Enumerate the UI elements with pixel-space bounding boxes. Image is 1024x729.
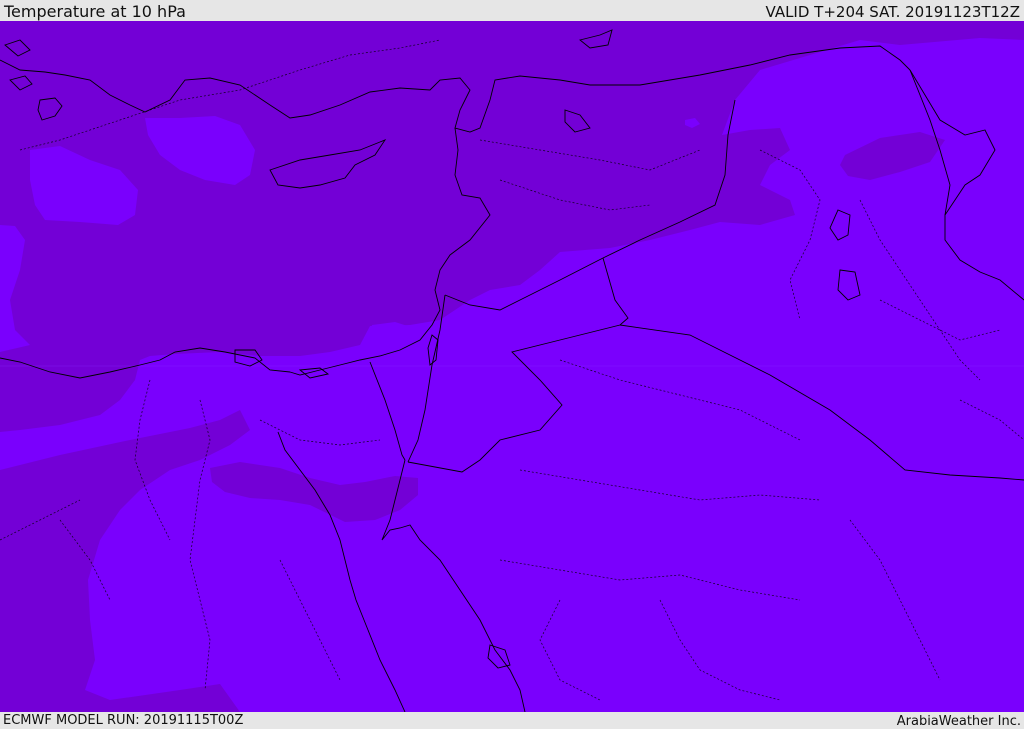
map-canvas[interactable] <box>0 21 1024 712</box>
map-title: Temperature at 10 hPa <box>4 2 186 21</box>
footer-bar: ECMWF MODEL RUN: 20191115T00Z ArabiaWeat… <box>0 712 1024 729</box>
forecast-map-page: Temperature at 10 hPa VALID T+204 SAT. 2… <box>0 0 1024 729</box>
model-run-label: ECMWF MODEL RUN: 20191115T00Z <box>3 713 244 728</box>
credit-label: ArabiaWeather Inc. <box>896 714 1021 729</box>
header-bar: Temperature at 10 hPa VALID T+204 SAT. 2… <box>0 0 1024 21</box>
map-svg <box>0 21 1024 712</box>
valid-time-label: VALID T+204 SAT. 20191123T12Z <box>765 3 1020 21</box>
